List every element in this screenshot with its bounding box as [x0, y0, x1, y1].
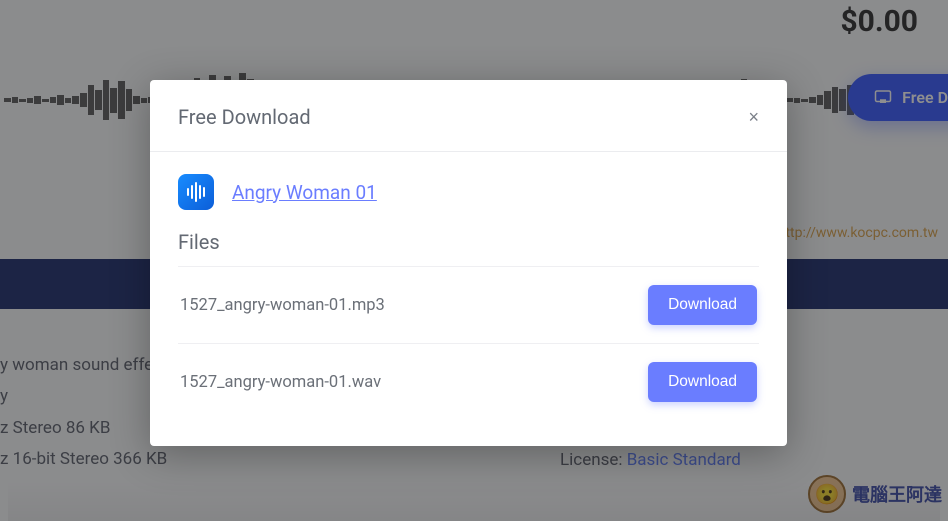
- file-name: 1527_angry-woman-01.wav: [180, 373, 381, 392]
- download-button[interactable]: Download: [648, 285, 757, 325]
- file-name: 1527_angry-woman-01.mp3: [180, 296, 385, 315]
- close-button[interactable]: ×: [748, 108, 759, 126]
- item-title-link[interactable]: Angry Woman 01: [232, 181, 377, 204]
- file-row: 1527_angry-woman-01.mp3 Download: [178, 266, 759, 343]
- modal-body: Angry Woman 01 Files 1527_angry-woman-01…: [150, 152, 787, 446]
- file-row: 1527_angry-woman-01.wav Download: [178, 343, 759, 420]
- item-header: Angry Woman 01: [178, 174, 759, 210]
- close-icon: ×: [748, 107, 759, 127]
- files-heading: Files: [178, 230, 759, 254]
- download-button[interactable]: Download: [648, 362, 757, 402]
- free-download-modal: Free Download × Angry Woman 01 Files 152…: [150, 80, 787, 446]
- audio-wave-icon: [178, 174, 214, 210]
- modal-title: Free Download: [178, 105, 311, 129]
- modal-header: Free Download ×: [150, 80, 787, 152]
